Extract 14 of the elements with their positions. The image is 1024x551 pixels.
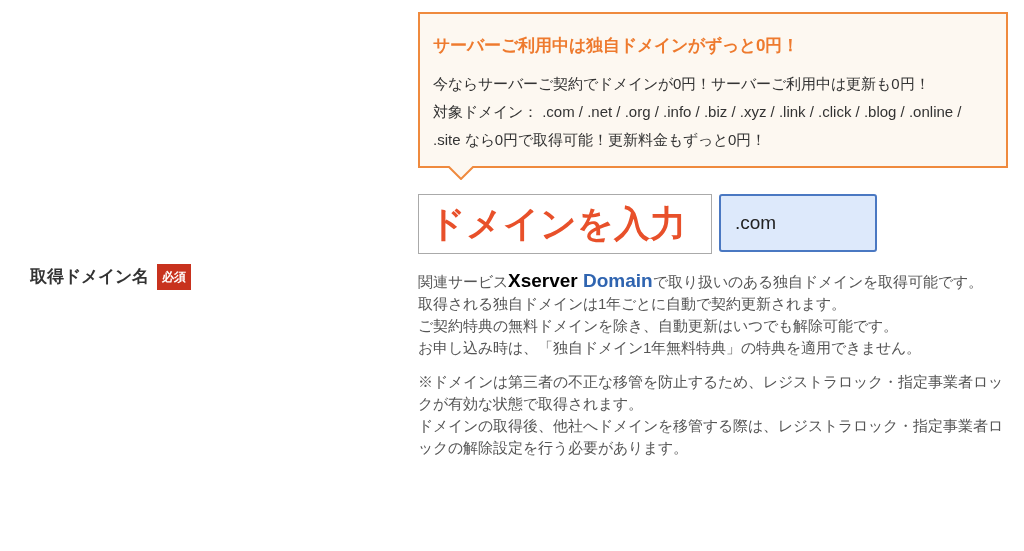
warning-text: ※ドメインは第三者の不正な移管を防止するため、レジストラロック・指定事業者ロックが有効な状態で取得されます。: [418, 372, 1004, 414]
domain-input[interactable]: ドメインを入力: [418, 194, 712, 254]
note-text: 取得される独自ドメインは1年ごとに自動で契約更新されます。: [418, 294, 848, 314]
warning-text: ドメインの取得後、他社へドメインを移管する際は、レジストラロック・指定事業者ロックの解除設定を行う必要があります。: [418, 416, 1004, 458]
note-text: ご契約特典の無料ドメインを除き、自動更新はいつでも解除可能です。: [418, 316, 899, 336]
notice-title: サーバーご利用中は独自ドメインがずっと0円！: [433, 35, 801, 57]
required-badge: 必須: [157, 264, 191, 290]
service-note: 関連サービスXserver Domainで取り扱いのある独自ドメインを取得可能です。: [418, 270, 984, 293]
tld-select[interactable]: .com: [719, 194, 877, 252]
xserver-domain-logo: Xserver Domain: [508, 270, 653, 291]
field-label: 取得ドメイン名: [30, 266, 149, 288]
notice-text: 今ならサーバーご契約でドメインが0円！サーバーご利用中は更新も0円！: [433, 74, 931, 94]
note-text: お申し込み時は、「独自ドメイン1年無料特典」の特典を適用できません。: [418, 338, 923, 358]
notice-text: 対象ドメイン： .com / .net / .org / .info / .biz / .xyz / .link / .click / .blog / .online / .site なら0円で取得可能！更新料金もずっと0円！: [433, 102, 963, 150]
